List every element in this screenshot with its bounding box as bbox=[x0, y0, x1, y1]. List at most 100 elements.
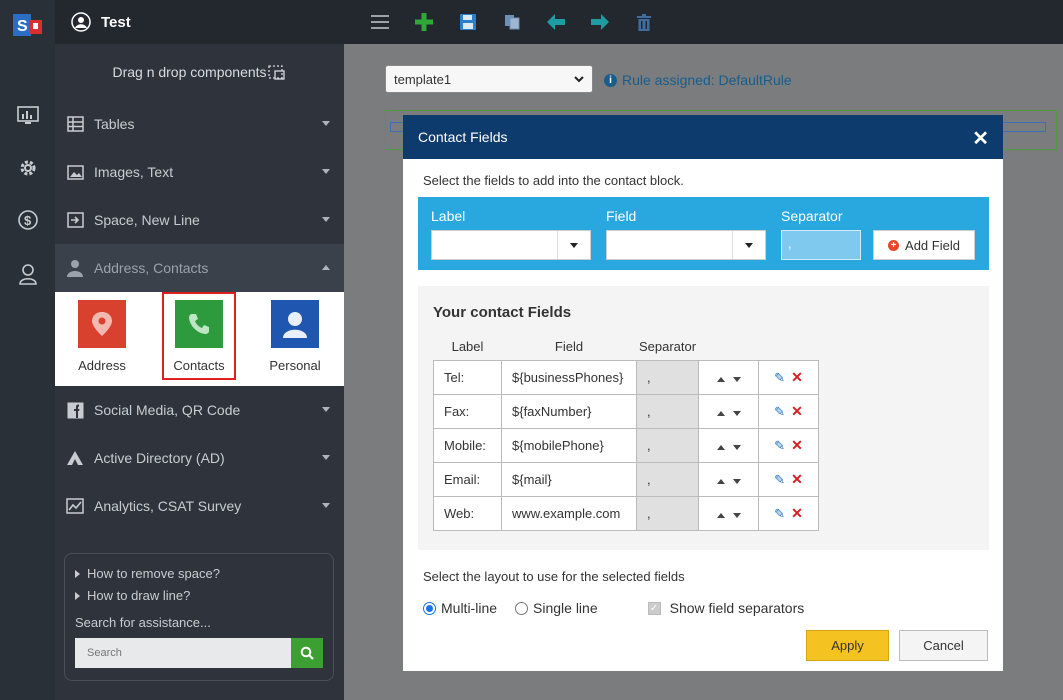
copy-button[interactable] bbox=[490, 0, 534, 44]
rule-assigned[interactable]: i Rule assigned: DefaultRule bbox=[604, 72, 792, 88]
svg-text:S: S bbox=[17, 18, 28, 35]
field-dropdown[interactable] bbox=[606, 230, 766, 260]
field-header: Field bbox=[606, 208, 637, 224]
delete-x-icon[interactable]: ✕ bbox=[791, 403, 803, 419]
chevron-down-icon bbox=[745, 242, 753, 248]
move-down-icon[interactable] bbox=[732, 376, 741, 382]
row-separator[interactable]: , bbox=[636, 495, 699, 531]
move-up-icon[interactable] bbox=[716, 444, 725, 450]
apply-button[interactable]: Apply bbox=[806, 630, 889, 661]
help-search-input[interactable] bbox=[75, 638, 291, 668]
add-field-button[interactable]: + Add Field bbox=[873, 230, 975, 260]
sidebar-item-analytics-csat[interactable]: Analytics, CSAT Survey bbox=[55, 482, 344, 530]
edit-pencil-icon[interactable]: ✎ bbox=[774, 472, 785, 487]
component-personal[interactable]: Personal bbox=[258, 300, 332, 380]
chevron-down-icon bbox=[322, 169, 330, 174]
row-separator[interactable]: , bbox=[636, 427, 699, 463]
address-contacts-panel: Address Contacts Personal bbox=[55, 292, 344, 386]
show-separators-checkbox[interactable]: ✓ bbox=[647, 601, 661, 615]
row-actions: ✎ ✕ bbox=[758, 495, 819, 531]
app-logo-icon[interactable]: S bbox=[13, 12, 43, 38]
row-field: ${mail} bbox=[501, 461, 637, 497]
user-avatar-icon bbox=[71, 12, 91, 32]
sidebar-item-address-contacts[interactable]: Address, Contacts bbox=[55, 244, 344, 292]
your-fields-title: Your contact Fields bbox=[433, 304, 572, 321]
search-icon bbox=[300, 646, 314, 660]
dialog-header: Contact Fields ✕ bbox=[403, 115, 1003, 159]
component-label: Address bbox=[78, 358, 126, 373]
help-search-button[interactable] bbox=[291, 638, 323, 668]
move-up-icon[interactable] bbox=[716, 376, 725, 382]
sidebar-item-space-new-line[interactable]: Space, New Line bbox=[55, 196, 344, 244]
delete-x-icon[interactable]: ✕ bbox=[791, 437, 803, 453]
save-button[interactable] bbox=[446, 0, 490, 44]
dashboard-icon[interactable] bbox=[16, 104, 40, 128]
label-dropdown[interactable] bbox=[431, 230, 591, 260]
forward-button[interactable] bbox=[578, 0, 622, 44]
help-link-remove-space[interactable]: How to remove space? bbox=[75, 566, 323, 581]
edit-pencil-icon[interactable]: ✎ bbox=[774, 506, 785, 521]
user-name: Test bbox=[101, 13, 131, 31]
row-separator[interactable]: , bbox=[636, 359, 699, 395]
edit-pencil-icon[interactable]: ✎ bbox=[774, 404, 785, 419]
row-separator[interactable]: , bbox=[636, 393, 699, 429]
add-field-label: Add Field bbox=[905, 237, 960, 253]
row-label: Tel: bbox=[433, 359, 502, 395]
add-button[interactable] bbox=[402, 0, 446, 44]
dialog-title: Contact Fields bbox=[418, 129, 508, 145]
delete-button[interactable] bbox=[622, 0, 666, 44]
label-header: Label bbox=[431, 208, 466, 224]
separator-input[interactable]: , bbox=[781, 230, 861, 260]
row-label: Mobile: bbox=[433, 427, 502, 463]
component-contacts[interactable]: Contacts bbox=[162, 292, 236, 380]
template-select[interactable]: template1 bbox=[385, 65, 593, 93]
contact-fields-table: Label Field Separator Tel: ${businessPho… bbox=[433, 334, 819, 531]
contact-fields-dialog: Contact Fields ✕ Select the fields to ad… bbox=[403, 115, 1003, 671]
edit-pencil-icon[interactable]: ✎ bbox=[774, 438, 785, 453]
move-up-icon[interactable] bbox=[716, 410, 725, 416]
billing-dollar-icon[interactable]: $ bbox=[16, 208, 40, 232]
menu-button[interactable] bbox=[358, 0, 402, 44]
chevron-down-icon bbox=[574, 75, 584, 82]
sidebar-item-label: Tables bbox=[94, 116, 135, 132]
layout-options: Multi-line Single line ✓ Show field sepa… bbox=[423, 600, 804, 616]
map-pin-icon bbox=[78, 300, 126, 348]
multi-line-radio[interactable] bbox=[423, 601, 436, 615]
delete-x-icon[interactable]: ✕ bbox=[791, 471, 803, 487]
user-profile-icon[interactable] bbox=[16, 262, 40, 286]
move-down-icon[interactable] bbox=[732, 410, 741, 416]
move-up-icon[interactable] bbox=[716, 512, 725, 518]
component-address[interactable]: Address bbox=[65, 300, 139, 380]
col-header-label: Label bbox=[451, 339, 484, 355]
cancel-button[interactable]: Cancel bbox=[899, 630, 988, 661]
plus-icon bbox=[415, 13, 433, 31]
facebook-icon bbox=[66, 401, 84, 419]
active-directory-icon bbox=[66, 449, 84, 467]
gear-icon[interactable] bbox=[16, 156, 40, 180]
sidebar-item-tables[interactable]: Tables bbox=[55, 100, 344, 148]
user-header: Test bbox=[55, 0, 344, 44]
row-field: ${mobilePhone} bbox=[501, 427, 637, 463]
move-down-icon[interactable] bbox=[732, 512, 741, 518]
row-actions: ✎ ✕ bbox=[758, 393, 819, 429]
row-order-controls bbox=[698, 427, 759, 463]
help-link-draw-line[interactable]: How to draw line? bbox=[75, 588, 323, 603]
close-icon[interactable]: ✕ bbox=[972, 126, 989, 151]
move-up-icon[interactable] bbox=[716, 478, 725, 484]
row-actions: ✎ ✕ bbox=[758, 427, 819, 463]
sidebar-item-images-text[interactable]: Images, Text bbox=[55, 148, 344, 196]
help-box: How to remove space? How to draw line? S… bbox=[64, 553, 334, 681]
delete-x-icon[interactable]: ✕ bbox=[791, 505, 803, 521]
sidebar-item-active-directory[interactable]: Active Directory (AD) bbox=[55, 434, 344, 482]
row-order-controls bbox=[698, 393, 759, 429]
editor-toolbar bbox=[344, 0, 1063, 44]
sidebar-item-social-qr[interactable]: Social Media, QR Code bbox=[55, 386, 344, 434]
back-button[interactable] bbox=[534, 0, 578, 44]
delete-x-icon[interactable]: ✕ bbox=[791, 369, 803, 385]
row-separator[interactable]: , bbox=[636, 461, 699, 497]
move-down-icon[interactable] bbox=[732, 444, 741, 450]
move-down-icon[interactable] bbox=[732, 478, 741, 484]
edit-pencil-icon[interactable]: ✎ bbox=[774, 370, 785, 385]
sidebar-item-label: Space, New Line bbox=[94, 212, 200, 228]
single-line-radio[interactable] bbox=[515, 601, 529, 615]
